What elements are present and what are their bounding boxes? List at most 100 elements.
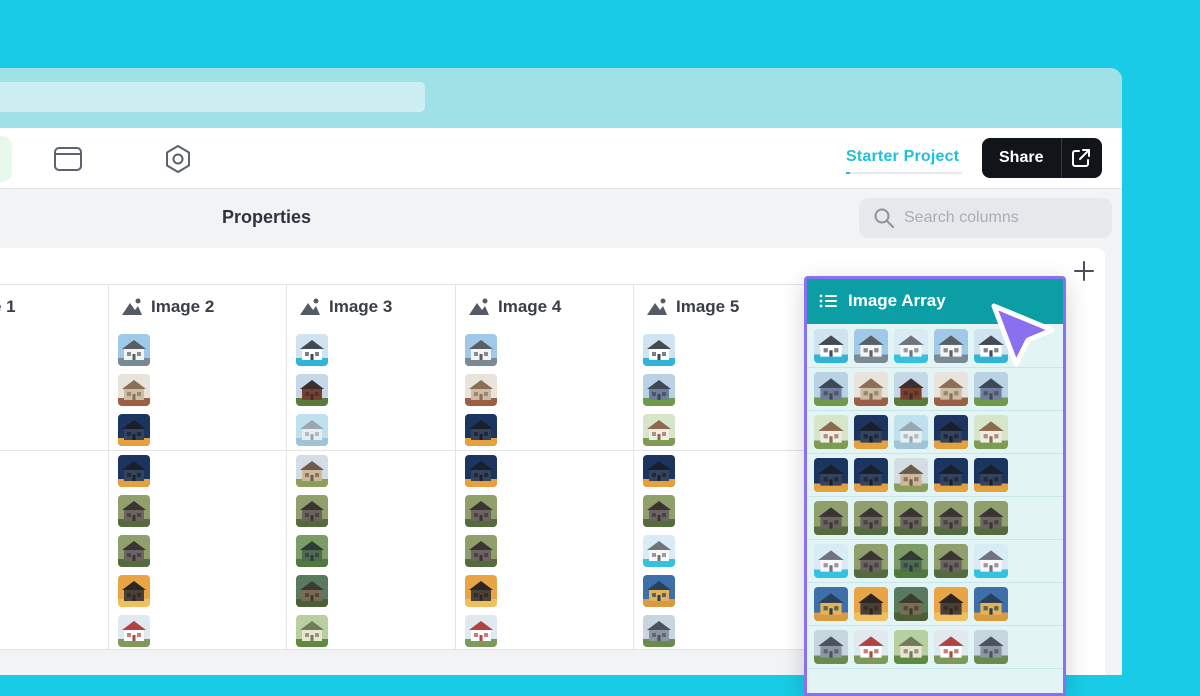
image-thumbnail[interactable] xyxy=(854,501,888,535)
image-thumbnail[interactable] xyxy=(934,544,968,578)
table-cell[interactable] xyxy=(287,611,456,652)
image-thumbnail[interactable] xyxy=(296,575,328,608)
image-thumbnail[interactable] xyxy=(894,544,928,578)
image-array-row[interactable] xyxy=(807,367,1063,411)
image-thumbnail[interactable] xyxy=(296,454,328,487)
image-thumbnail[interactable] xyxy=(854,587,888,621)
image-thumbnail[interactable] xyxy=(934,458,968,492)
image-thumbnail[interactable] xyxy=(814,587,848,621)
image-thumbnail[interactable] xyxy=(465,535,497,567)
table-cell[interactable] xyxy=(0,330,109,370)
column-header-2[interactable]: Image 2 xyxy=(109,285,287,330)
table-cell[interactable] xyxy=(109,330,287,370)
image-thumbnail[interactable] xyxy=(814,329,848,363)
image-thumbnail[interactable] xyxy=(934,587,968,621)
table-cell[interactable] xyxy=(456,450,634,491)
image-thumbnail[interactable] xyxy=(814,415,848,449)
image-thumbnail[interactable] xyxy=(974,544,1008,578)
table-cell[interactable] xyxy=(109,410,287,451)
image-thumbnail[interactable] xyxy=(974,501,1008,535)
table-cell[interactable] xyxy=(109,450,287,491)
image-array-row[interactable] xyxy=(807,582,1063,626)
image-thumbnail[interactable] xyxy=(296,374,328,407)
image-array-row[interactable] xyxy=(807,625,1063,669)
share-button[interactable]: Share xyxy=(982,138,1102,178)
image-thumbnail[interactable] xyxy=(118,494,150,527)
active-nav-item[interactable] xyxy=(0,136,12,182)
table-cell[interactable] xyxy=(0,490,109,531)
image-thumbnail[interactable] xyxy=(814,458,848,492)
address-bar[interactable] xyxy=(0,82,425,112)
table-cell[interactable] xyxy=(0,611,109,652)
image-thumbnail[interactable] xyxy=(974,372,1008,406)
table-cell[interactable] xyxy=(287,330,456,370)
table-cell[interactable] xyxy=(287,531,456,571)
table-cell[interactable] xyxy=(287,370,456,411)
image-thumbnail[interactable] xyxy=(118,374,150,407)
image-thumbnail[interactable] xyxy=(894,372,928,406)
image-thumbnail[interactable] xyxy=(894,587,928,621)
image-thumbnail[interactable] xyxy=(974,415,1008,449)
image-thumbnail[interactable] xyxy=(118,535,150,567)
image-thumbnail[interactable] xyxy=(465,615,497,648)
image-thumbnail[interactable] xyxy=(296,535,328,567)
column-header-1[interactable]: e 1 xyxy=(0,285,109,330)
image-thumbnail[interactable] xyxy=(118,615,150,648)
image-array-row[interactable] xyxy=(807,453,1063,497)
image-thumbnail[interactable] xyxy=(465,414,497,447)
table-cell[interactable] xyxy=(456,571,634,612)
table-cell[interactable] xyxy=(456,490,634,531)
image-thumbnail[interactable] xyxy=(894,329,928,363)
image-thumbnail[interactable] xyxy=(814,544,848,578)
image-thumbnail[interactable] xyxy=(974,587,1008,621)
table-cell[interactable] xyxy=(0,410,109,451)
image-thumbnail[interactable] xyxy=(465,575,497,608)
image-thumbnail[interactable] xyxy=(854,329,888,363)
image-thumbnail[interactable] xyxy=(974,458,1008,492)
image-thumbnail[interactable] xyxy=(814,501,848,535)
image-thumbnail[interactable] xyxy=(894,501,928,535)
image-thumbnail[interactable] xyxy=(934,329,968,363)
table-cell[interactable] xyxy=(287,450,456,491)
table-cell[interactable] xyxy=(287,571,456,612)
external-link-icon[interactable] xyxy=(1070,147,1092,169)
image-thumbnail[interactable] xyxy=(643,615,675,648)
image-array-row[interactable] xyxy=(807,539,1063,583)
table-cell[interactable] xyxy=(0,571,109,612)
table-cell[interactable] xyxy=(456,611,634,652)
image-thumbnail[interactable] xyxy=(894,415,928,449)
project-name-link[interactable]: Starter Project xyxy=(846,148,959,166)
image-thumbnail[interactable] xyxy=(465,374,497,407)
image-thumbnail[interactable] xyxy=(894,630,928,664)
image-array-row[interactable] xyxy=(807,496,1063,540)
image-thumbnail[interactable] xyxy=(118,575,150,608)
image-thumbnail[interactable] xyxy=(854,415,888,449)
image-thumbnail[interactable] xyxy=(934,372,968,406)
image-thumbnail[interactable] xyxy=(814,372,848,406)
table-cell[interactable] xyxy=(456,410,634,451)
image-thumbnail[interactable] xyxy=(465,334,497,366)
image-thumbnail[interactable] xyxy=(854,372,888,406)
image-array-row[interactable] xyxy=(807,410,1063,454)
hexagon-settings-icon[interactable] xyxy=(162,143,194,175)
image-thumbnail[interactable] xyxy=(296,334,328,366)
image-thumbnail[interactable] xyxy=(465,454,497,487)
image-thumbnail[interactable] xyxy=(118,454,150,487)
table-cell[interactable] xyxy=(456,370,634,411)
image-thumbnail[interactable] xyxy=(296,494,328,527)
image-thumbnail[interactable] xyxy=(643,374,675,407)
add-column-button[interactable] xyxy=(1073,260,1095,282)
table-cell[interactable] xyxy=(109,571,287,612)
image-thumbnail[interactable] xyxy=(118,334,150,366)
image-thumbnail[interactable] xyxy=(854,458,888,492)
image-thumbnail[interactable] xyxy=(934,630,968,664)
image-thumbnail[interactable] xyxy=(814,630,848,664)
image-thumbnail[interactable] xyxy=(296,414,328,447)
column-header-3[interactable]: Image 3 xyxy=(287,285,456,330)
image-thumbnail[interactable] xyxy=(643,454,675,487)
image-thumbnail[interactable] xyxy=(643,575,675,608)
window-icon[interactable] xyxy=(52,143,84,175)
table-cell[interactable] xyxy=(109,490,287,531)
image-thumbnail[interactable] xyxy=(465,494,497,527)
image-thumbnail[interactable] xyxy=(934,415,968,449)
